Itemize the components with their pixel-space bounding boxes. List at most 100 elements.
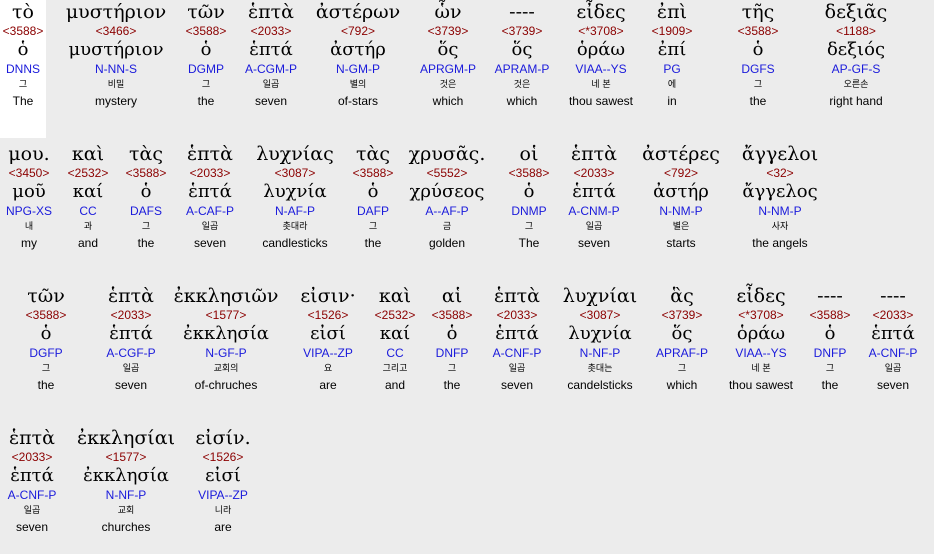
greek-word[interactable]: εἰσίν. bbox=[195, 426, 250, 450]
morph-code[interactable]: N-NM-P bbox=[659, 203, 702, 219]
strong-number[interactable]: <1577> bbox=[206, 308, 247, 323]
morph-code[interactable]: VIAA--YS bbox=[575, 61, 626, 77]
morph-code[interactable]: APRGM-P bbox=[420, 61, 476, 77]
strong-number[interactable]: <3588> bbox=[738, 24, 779, 39]
strong-number[interactable]: <3087> bbox=[580, 308, 621, 323]
strong-number[interactable]: <3739> bbox=[502, 24, 543, 39]
strong-number[interactable]: <2033> bbox=[574, 166, 615, 181]
morph-code[interactable]: DNFP bbox=[436, 345, 469, 361]
greek-word[interactable]: ἑπτὰ bbox=[494, 284, 540, 308]
strong-number[interactable]: <2033> bbox=[497, 308, 538, 323]
strong-number[interactable]: <1526> bbox=[308, 308, 349, 323]
greek-word[interactable]: τῶν bbox=[27, 284, 65, 308]
strong-number[interactable]: <2033> bbox=[12, 450, 53, 465]
strong-number[interactable]: <3588> bbox=[126, 166, 167, 181]
morph-code[interactable]: DNMP bbox=[511, 203, 546, 219]
strong-number[interactable]: <2033> bbox=[190, 166, 231, 181]
greek-word[interactable]: ὧν bbox=[434, 0, 461, 24]
morph-code[interactable]: AP-GF-S bbox=[832, 61, 881, 77]
morph-code[interactable]: A-CNF-P bbox=[493, 345, 542, 361]
greek-word[interactable]: ---- bbox=[880, 284, 906, 308]
morph-code[interactable]: N-NM-P bbox=[758, 203, 801, 219]
morph-code[interactable]: APRAF-P bbox=[656, 345, 708, 361]
morph-code[interactable]: A-CNF-P bbox=[869, 345, 918, 361]
greek-word[interactable]: ἐκκλησιῶν bbox=[174, 284, 279, 308]
strong-number[interactable]: <2033> bbox=[111, 308, 152, 323]
greek-word[interactable]: χρυσᾶς. bbox=[409, 142, 486, 166]
morph-code[interactable]: A-CNM-P bbox=[568, 203, 619, 219]
strong-number[interactable]: <3087> bbox=[275, 166, 316, 181]
greek-word[interactable]: οἱ bbox=[520, 142, 539, 166]
morph-code[interactable]: A-CNF-P bbox=[8, 487, 57, 503]
greek-word[interactable]: τῆς bbox=[742, 0, 775, 24]
strong-number[interactable]: <3588> bbox=[810, 308, 851, 323]
morph-code[interactable]: PG bbox=[663, 61, 680, 77]
greek-word[interactable]: ἐκκλησίαι bbox=[77, 426, 175, 450]
morph-code[interactable]: DAFS bbox=[130, 203, 162, 219]
strong-number[interactable]: <3588> bbox=[186, 24, 227, 39]
greek-word[interactable]: μυστήριον bbox=[66, 0, 166, 24]
strong-number[interactable]: <3739> bbox=[662, 308, 703, 323]
strong-number[interactable]: <1188> bbox=[836, 24, 876, 39]
strong-number[interactable]: <*3708> bbox=[578, 24, 623, 39]
morph-code[interactable]: A-CGF-P bbox=[106, 345, 155, 361]
greek-word[interactable]: εἶδες bbox=[576, 0, 625, 24]
strong-number[interactable]: <3588> bbox=[509, 166, 550, 181]
greek-word[interactable]: ἃς bbox=[670, 284, 693, 308]
greek-word[interactable]: ἀστέρες bbox=[642, 142, 720, 166]
greek-word[interactable]: ἑπτὰ bbox=[108, 284, 154, 308]
morph-code[interactable]: APRAM-P bbox=[495, 61, 550, 77]
strong-number[interactable]: <2033> bbox=[873, 308, 914, 323]
greek-word[interactable]: τὰς bbox=[129, 142, 163, 166]
morph-code[interactable]: N-GM-P bbox=[336, 61, 380, 77]
strong-number[interactable]: <3588> bbox=[432, 308, 473, 323]
strong-number[interactable]: <2532> bbox=[68, 166, 109, 181]
strong-number[interactable]: <3466> bbox=[96, 24, 137, 39]
strong-number[interactable]: <1909> bbox=[652, 24, 693, 39]
greek-word[interactable]: τῶν bbox=[187, 0, 225, 24]
strong-number[interactable]: <5552> bbox=[427, 166, 468, 181]
strong-number[interactable]: <792> bbox=[341, 24, 375, 39]
greek-word[interactable]: ἑπτὰ bbox=[571, 142, 617, 166]
strong-number[interactable]: <1577> bbox=[106, 450, 147, 465]
strong-number[interactable]: <*3708> bbox=[738, 308, 783, 323]
morph-code[interactable]: A-CAF-P bbox=[186, 203, 234, 219]
greek-word[interactable]: ἑπτὰ bbox=[9, 426, 55, 450]
strong-number[interactable]: <3739> bbox=[428, 24, 469, 39]
morph-code[interactable]: N-AF-P bbox=[275, 203, 315, 219]
morph-code[interactable]: N-NF-P bbox=[106, 487, 147, 503]
greek-word[interactable]: δεξιᾶς bbox=[825, 0, 888, 24]
greek-word[interactable]: ἀστέρων bbox=[316, 0, 400, 24]
strong-number[interactable]: <2532> bbox=[375, 308, 416, 323]
morph-code[interactable]: DNNS bbox=[6, 61, 40, 77]
greek-word[interactable]: ἐπὶ bbox=[657, 0, 687, 24]
morph-code[interactable]: DAFP bbox=[357, 203, 389, 219]
morph-code[interactable]: DNFP bbox=[814, 345, 847, 361]
strong-number[interactable]: <2033> bbox=[251, 24, 292, 39]
greek-word[interactable]: ἑπτὰ bbox=[187, 142, 233, 166]
strong-number[interactable]: <792> bbox=[664, 166, 698, 181]
morph-code[interactable]: VIPA--ZP bbox=[198, 487, 248, 503]
morph-code[interactable]: VIAA--YS bbox=[735, 345, 786, 361]
strong-number[interactable]: <32> bbox=[766, 166, 793, 181]
greek-word[interactable]: καὶ bbox=[72, 142, 104, 166]
morph-code[interactable]: N-GF-P bbox=[205, 345, 246, 361]
morph-code[interactable]: DGFS bbox=[741, 61, 774, 77]
morph-code[interactable]: N-NN-S bbox=[95, 61, 137, 77]
greek-word[interactable]: ---- bbox=[509, 0, 535, 24]
morph-code[interactable]: DGMP bbox=[188, 61, 224, 77]
morph-code[interactable]: VIPA--ZP bbox=[303, 345, 353, 361]
greek-word[interactable]: εἶδες bbox=[736, 284, 785, 308]
greek-word[interactable]: τὸ bbox=[12, 0, 34, 24]
greek-word[interactable]: λυχνίαι bbox=[563, 284, 637, 308]
greek-word[interactable]: ἑπτὰ bbox=[248, 0, 294, 24]
greek-word[interactable]: αἱ bbox=[442, 284, 462, 308]
morph-code[interactable]: CC bbox=[79, 203, 96, 219]
morph-code[interactable]: N-NF-P bbox=[580, 345, 621, 361]
greek-word[interactable]: εἰσιν· bbox=[300, 284, 355, 308]
morph-code[interactable]: DGFP bbox=[29, 345, 62, 361]
greek-word[interactable]: μου. bbox=[8, 142, 49, 166]
morph-code[interactable]: A--AF-P bbox=[425, 203, 468, 219]
strong-number[interactable]: <1526> bbox=[203, 450, 244, 465]
greek-word[interactable]: καὶ bbox=[379, 284, 411, 308]
